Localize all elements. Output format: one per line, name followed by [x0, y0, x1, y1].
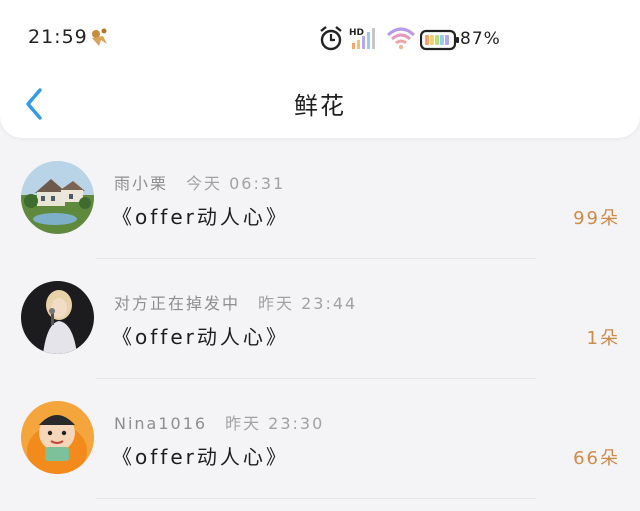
sender-name: 雨小栗: [114, 174, 169, 193]
status-bar: 21:59 HD 87%: [0, 22, 640, 56]
sender-name: Nina1016: [114, 414, 208, 433]
avatar[interactable]: [21, 401, 94, 474]
list-item[interactable]: Nina1016 昨天 23:30 《offer动人心》 66朵: [0, 380, 640, 500]
nav-bar: 鲜花: [0, 78, 640, 128]
divider: [96, 258, 536, 259]
avatar[interactable]: [21, 161, 94, 234]
sent-time: 昨天 23:44: [258, 294, 358, 313]
flower-count: 99朵: [573, 208, 620, 229]
item-meta: Nina1016 昨天 23:30: [114, 410, 324, 434]
gift-name: 《offer动人心》: [112, 445, 289, 469]
alarm-icon: [318, 25, 344, 57]
gift-name: 《offer动人心》: [112, 325, 289, 349]
list-item[interactable]: 对方正在掉发中 昨天 23:44 《offer动人心》 1朵: [0, 260, 640, 380]
flower-count: 66朵: [573, 448, 620, 469]
wifi-icon: [386, 25, 416, 57]
item-meta: 雨小栗 今天 06:31: [114, 170, 285, 194]
sent-time: 昨天 23:30: [225, 414, 325, 433]
signal-icon: HD: [348, 25, 378, 57]
gift-list: 雨小栗 今天 06:31 《offer动人心》 99朵 对方正在掉发中 昨天 23:…: [0, 140, 640, 511]
divider: [96, 378, 536, 379]
app-header: 21:59 HD 87% 鲜花: [0, 0, 640, 138]
sent-time: 今天 06:31: [186, 174, 286, 193]
svg-text:HD: HD: [349, 28, 364, 38]
divider: [96, 498, 536, 499]
avatar[interactable]: [21, 281, 94, 354]
battery-icon: [419, 29, 460, 55]
sender-name: 对方正在掉发中: [114, 294, 241, 313]
list-item[interactable]: 雨小栗 今天 06:31 《offer动人心》 99朵: [0, 140, 640, 260]
notification-app-icon: [88, 26, 110, 52]
item-meta: 对方正在掉发中 昨天 23:44: [114, 290, 357, 314]
status-time: 21:59: [28, 26, 88, 48]
page-title: 鲜花: [294, 92, 346, 120]
flower-count: 1朵: [586, 328, 620, 349]
battery-percent: 87%: [460, 29, 501, 49]
gift-name: 《offer动人心》: [112, 205, 289, 229]
